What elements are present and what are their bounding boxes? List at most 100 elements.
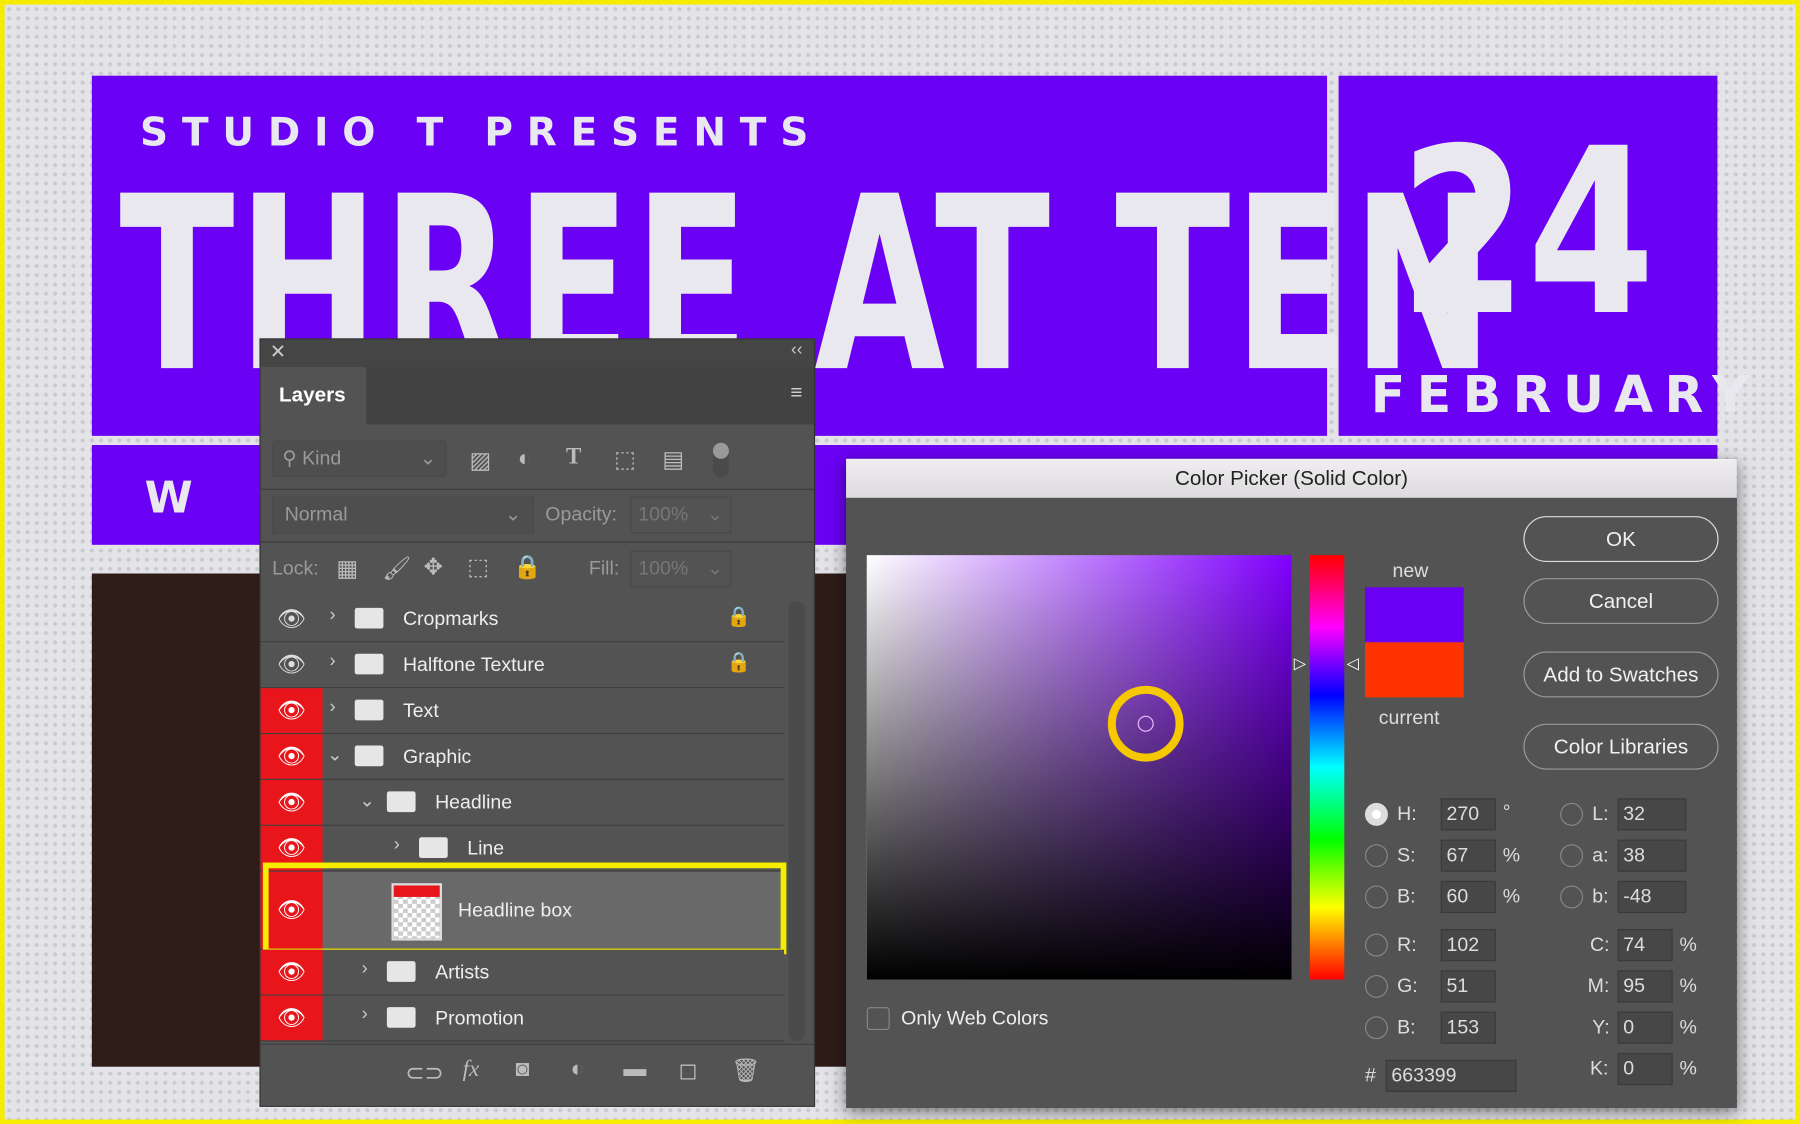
folder-icon (386, 961, 416, 982)
l-input[interactable]: 32 (1617, 798, 1687, 831)
layer-row-cropmarks[interactable]: 👁 › Cropmarks 🔒 (260, 596, 785, 643)
eye-icon[interactable]: 👁 (260, 734, 323, 779)
layer-name: Graphic (402, 745, 472, 768)
radio-saturation[interactable] (1364, 844, 1388, 868)
screenshot: STUDIO T PRESENTS THREE AT TEN 24 FEBRUA… (0, 0, 1800, 1124)
filter-kind-select[interactable]: ⚲ Kind ⌄ (272, 440, 447, 478)
radio-green[interactable] (1364, 974, 1388, 998)
lock-paint-brush-icon[interactable]: 🖌 (382, 554, 411, 583)
b-input[interactable]: -48 (1617, 880, 1687, 914)
hue-slider[interactable] (1309, 555, 1345, 980)
opacity-input[interactable]: 100% ⌄ (630, 496, 732, 534)
shape-filter-icon[interactable]: ⬚ (614, 445, 636, 474)
smart-object-filter-icon[interactable]: ▤ (662, 445, 684, 474)
new-group-icon[interactable]: ▬ (623, 1056, 646, 1082)
hue-slider-left-arrow[interactable]: ▷ (1294, 654, 1306, 673)
eye-icon[interactable]: 👁 (260, 949, 323, 995)
layer-name: Text (402, 699, 439, 722)
chevron-down-icon[interactable]: ⌄ (327, 743, 342, 766)
percent-unit: % (1502, 885, 1521, 908)
fx-icon[interactable]: fx (463, 1056, 480, 1082)
radio-brightness[interactable] (1364, 885, 1388, 909)
layer-row-artists[interactable]: 👁 › Artists (260, 949, 785, 996)
fill-input[interactable]: 100% ⌄ (630, 550, 732, 588)
trash-icon[interactable]: 🗑 (731, 1056, 760, 1085)
brightness-input[interactable]: 60 (1440, 880, 1496, 914)
layer-row-promotion[interactable]: 👁 › Promotion (260, 995, 785, 1042)
ok-button[interactable]: OK (1523, 516, 1719, 563)
percent-unit: % (1679, 1016, 1697, 1039)
hex-input[interactable]: 663399 (1385, 1059, 1517, 1092)
chevron-right-icon[interactable]: › (362, 959, 368, 980)
collapse-icon[interactable]: ‹‹ (791, 340, 802, 359)
adjustment-filter-icon[interactable]: ◐ (518, 446, 532, 472)
yellow-input[interactable]: 0 (1617, 1011, 1673, 1044)
add-mask-icon[interactable]: ◙ (515, 1056, 529, 1082)
folder-icon (386, 1007, 416, 1028)
layer-name: Artists (435, 961, 490, 983)
link-layers-icon[interactable]: ⊂⊃ (405, 1059, 443, 1088)
radio-hue[interactable] (1364, 802, 1388, 826)
type-filter-icon[interactable]: T (566, 444, 581, 470)
lock-transparent-icon[interactable]: ▦ (336, 554, 358, 583)
radio-a[interactable] (1560, 844, 1584, 868)
color-libraries-button[interactable]: Color Libraries (1523, 723, 1719, 770)
cyan-input[interactable]: 74 (1617, 929, 1673, 962)
a-input[interactable]: 38 (1617, 839, 1687, 872)
color-field[interactable] (866, 555, 1292, 980)
chevron-down-icon[interactable]: ⌄ (359, 789, 374, 812)
image-filter-icon[interactable]: ▨ (470, 446, 492, 475)
cancel-button[interactable]: Cancel (1523, 578, 1719, 624)
layer-row-headline[interactable]: 👁 ⌄ Headline (260, 779, 785, 826)
new-layer-icon[interactable]: ◻ (678, 1056, 697, 1085)
chevron-right-icon[interactable]: › (329, 651, 335, 672)
red-label: R: (1397, 933, 1417, 956)
blue-input[interactable]: 153 (1440, 1011, 1496, 1044)
layers-scrollbar[interactable] (788, 601, 805, 1042)
saturation-label: S: (1397, 844, 1416, 866)
lock-artboard-icon[interactable]: ⬚ (467, 553, 489, 582)
only-web-colors-checkbox[interactable] (866, 1007, 890, 1031)
kind-label: Kind (302, 447, 342, 470)
panel-menu-icon[interactable]: ≡ (790, 381, 802, 405)
chevron-right-icon[interactable]: › (329, 606, 335, 627)
lock-all-icon[interactable]: 🔒 (513, 553, 542, 582)
hue-slider-right-arrow[interactable]: ◁ (1347, 654, 1359, 673)
black-input[interactable]: 0 (1617, 1052, 1673, 1086)
current-color-swatch[interactable] (1364, 642, 1464, 698)
adjustment-layer-icon[interactable]: ◐ (571, 1056, 585, 1082)
red-input[interactable]: 102 (1440, 929, 1496, 962)
magenta-input[interactable]: 95 (1617, 970, 1673, 1003)
radio-b[interactable] (1560, 885, 1584, 909)
tab-layers[interactable]: Layers (260, 367, 367, 425)
fill-value: 100% (638, 557, 689, 580)
lock-position-move-icon[interactable]: ✥ (424, 553, 443, 582)
radio-lightness[interactable] (1560, 802, 1584, 826)
filter-toggle[interactable] (712, 442, 729, 478)
radio-blue[interactable] (1364, 1016, 1388, 1040)
chevron-right-icon[interactable]: › (394, 835, 400, 856)
chevron-right-icon[interactable]: › (362, 1005, 368, 1026)
green-input[interactable]: 51 (1440, 970, 1496, 1003)
saturation-input[interactable]: 67 (1440, 839, 1496, 872)
blend-mode-select[interactable]: Normal ⌄ (272, 496, 534, 534)
eye-icon[interactable]: 👁 (261, 596, 323, 641)
add-to-swatches-button[interactable]: Add to Swatches (1523, 651, 1719, 698)
eye-icon[interactable]: 👁 (260, 995, 323, 1041)
chevron-right-icon[interactable]: › (329, 697, 335, 718)
layer-row-text[interactable]: 👁 › Text (260, 688, 785, 735)
opacity-value: 100% (638, 503, 689, 526)
hue-input[interactable]: 270 (1440, 798, 1496, 831)
eye-icon[interactable]: 👁 (260, 688, 323, 733)
new-color-swatch (1364, 587, 1464, 643)
close-icon[interactable]: ✕ (270, 341, 286, 364)
eye-icon[interactable]: 👁 (261, 642, 323, 687)
yellow-label: Y: (1592, 1016, 1610, 1039)
layer-name: Promotion (435, 1007, 525, 1029)
layers-footer: ⊂⊃ fx ◙ ◐ ▬ ◻ 🗑 (260, 1043, 814, 1106)
color-cursor[interactable] (1137, 715, 1154, 732)
layer-row-graphic[interactable]: 👁 ⌄ Graphic (260, 734, 785, 780)
radio-red[interactable] (1364, 933, 1388, 957)
eye-icon[interactable]: 👁 (260, 779, 323, 825)
layer-row-halftone-texture[interactable]: 👁 › Halftone Texture 🔒 (260, 642, 785, 689)
